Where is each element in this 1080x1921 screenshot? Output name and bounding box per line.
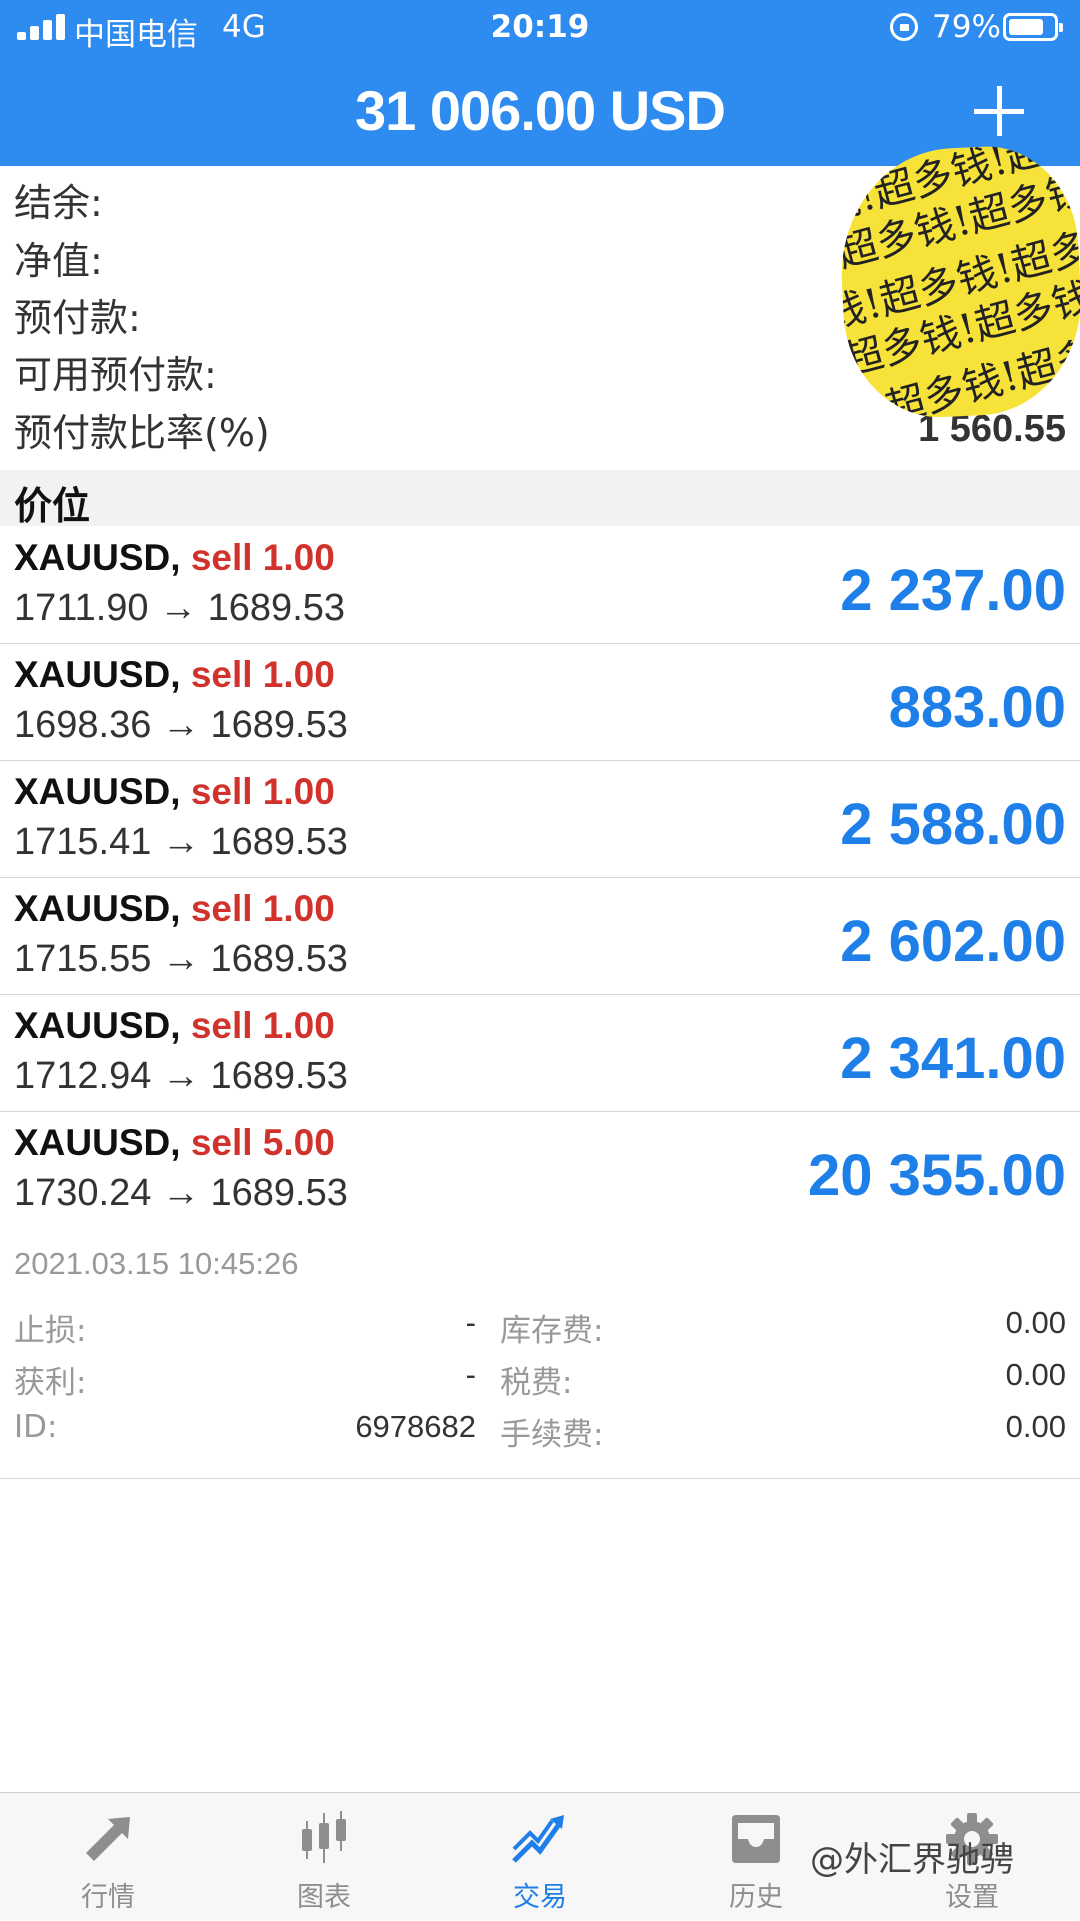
position-row[interactable]: XAUUSD, sell 1.00 1698.36 → 1689.53 883.… <box>0 644 1080 761</box>
position-profit: 2 237.00 <box>840 558 1066 623</box>
position-row[interactable]: XAUUSD, sell 1.00 1715.55 → 1689.53 2 60… <box>0 878 1080 995</box>
free-margin-label: 可用预付款: <box>14 353 217 397</box>
position-prices: 1712.94 → 1689.53 <box>14 1055 348 1097</box>
position-profit: 2 602.00 <box>840 909 1066 974</box>
position-symbol-line: XAUUSD, sell 5.00 <box>14 1122 335 1164</box>
section-title: 价位 <box>14 484 91 528</box>
position-side: sell 1.00 <box>190 771 335 812</box>
position-symbol: XAUUSD, <box>14 1122 181 1163</box>
margin-label: 预付款: <box>14 296 141 340</box>
tab-trade[interactable]: 交易 <box>432 1793 648 1921</box>
redaction-sticker: 钱!超多钱!超多钱!超多钱! 钱!超多钱!超多钱!超多钱! 钱!超多钱!超多钱!… <box>835 141 1080 423</box>
commission-value: 0.00 <box>1005 1409 1066 1444</box>
position-profit: 2 588.00 <box>840 792 1066 857</box>
stop-loss-value: - <box>465 1305 476 1340</box>
position-prices: 1730.24 → 1689.53 <box>14 1172 348 1214</box>
divider <box>0 1478 1080 1479</box>
position-row-expanded[interactable]: XAUUSD, sell 5.00 1730.24 → 1689.53 20 3… <box>0 1112 1080 1229</box>
swap-value: 0.00 <box>1005 1305 1066 1340</box>
position-prices: 1715.55 → 1689.53 <box>14 938 348 980</box>
margin-level-label: 预付款比率(%) <box>14 411 270 455</box>
tab-label: 图表 <box>297 1882 351 1913</box>
page-title: 31 006.00 USD <box>355 79 726 142</box>
tab-quotes[interactable]: 行情 <box>0 1793 216 1921</box>
position-symbol: XAUUSD, <box>14 654 181 695</box>
position-prices: 1715.41 → 1689.53 <box>14 821 348 863</box>
taxes-label: 税费: <box>500 1365 573 1401</box>
open-time: 2021.03.15 10:45:26 <box>14 1246 299 1281</box>
balance-label: 结余: <box>14 181 103 225</box>
take-profit-label: 获利: <box>14 1365 87 1401</box>
position-row[interactable]: XAUUSD, sell 1.00 1715.41 → 1689.53 2 58… <box>0 761 1080 878</box>
position-prices: 1698.36 → 1689.53 <box>14 704 348 746</box>
candlestick-icon <box>302 1811 346 1863</box>
status-time: 20:19 <box>490 9 590 45</box>
position-profit: 883.00 <box>888 675 1066 740</box>
stop-loss-label: 止损: <box>14 1313 87 1349</box>
take-profit-value: - <box>465 1357 476 1392</box>
position-side: sell 1.00 <box>190 537 335 578</box>
position-profit: 2 341.00 <box>840 1026 1066 1091</box>
battery-percent: 79% <box>932 9 1001 45</box>
equity-label: 净值: <box>14 239 103 283</box>
id-label: ID: <box>14 1409 58 1445</box>
position-symbol: XAUUSD, <box>14 1005 181 1046</box>
id-value: 6978682 <box>355 1409 476 1444</box>
top-bar: 中国电信 4G 20:19 79% 31 006.00 USD <box>0 0 1080 166</box>
trade-trend-icon <box>512 1815 564 1863</box>
section-header: 价位 <box>0 470 1080 528</box>
watermark: @外汇界驰骋 <box>810 1840 1014 1880</box>
position-prices: 1711.90 → 1689.53 <box>14 587 346 629</box>
position-symbol-line: XAUUSD, sell 1.00 <box>14 1005 335 1047</box>
position-symbol-line: XAUUSD, sell 1.00 <box>14 654 335 696</box>
position-side: sell 1.00 <box>190 654 335 695</box>
position-side: sell 1.00 <box>190 888 335 929</box>
position-symbol: XAUUSD, <box>14 888 181 929</box>
orientation-lock-icon <box>890 13 918 41</box>
status-bar: 中国电信 4G 20:19 79% <box>0 0 1080 54</box>
battery-icon <box>1003 13 1063 41</box>
taxes-value: 0.00 <box>1005 1357 1066 1392</box>
position-symbol-line: XAUUSD, sell 1.00 <box>14 537 335 579</box>
commission-label: 手续费: <box>500 1417 604 1453</box>
swap-label: 库存费: <box>500 1313 604 1349</box>
position-symbol-line: XAUUSD, sell 1.00 <box>14 888 335 930</box>
position-row[interactable]: XAUUSD, sell 1.00 1712.94 → 1689.53 2 34… <box>0 995 1080 1112</box>
position-symbol: XAUUSD, <box>14 771 181 812</box>
position-row[interactable]: XAUUSD, sell 1.00 1711.90 → 1689.53 2 23… <box>0 527 1080 644</box>
plus-icon[interactable] <box>974 86 1024 136</box>
tab-label: 行情 <box>81 1882 135 1913</box>
position-side: sell 1.00 <box>190 1005 335 1046</box>
position-symbol: XAUUSD, <box>14 537 181 578</box>
history-inbox-icon <box>732 1815 780 1863</box>
position-profit: 20 355.00 <box>807 1143 1066 1208</box>
position-side: sell 5.00 <box>190 1122 335 1163</box>
position-symbol-line: XAUUSD, sell 1.00 <box>14 771 335 813</box>
quotes-arrows-icon <box>86 1817 130 1861</box>
tab-charts[interactable]: 图表 <box>216 1793 432 1921</box>
tab-label: 交易 <box>513 1882 567 1913</box>
